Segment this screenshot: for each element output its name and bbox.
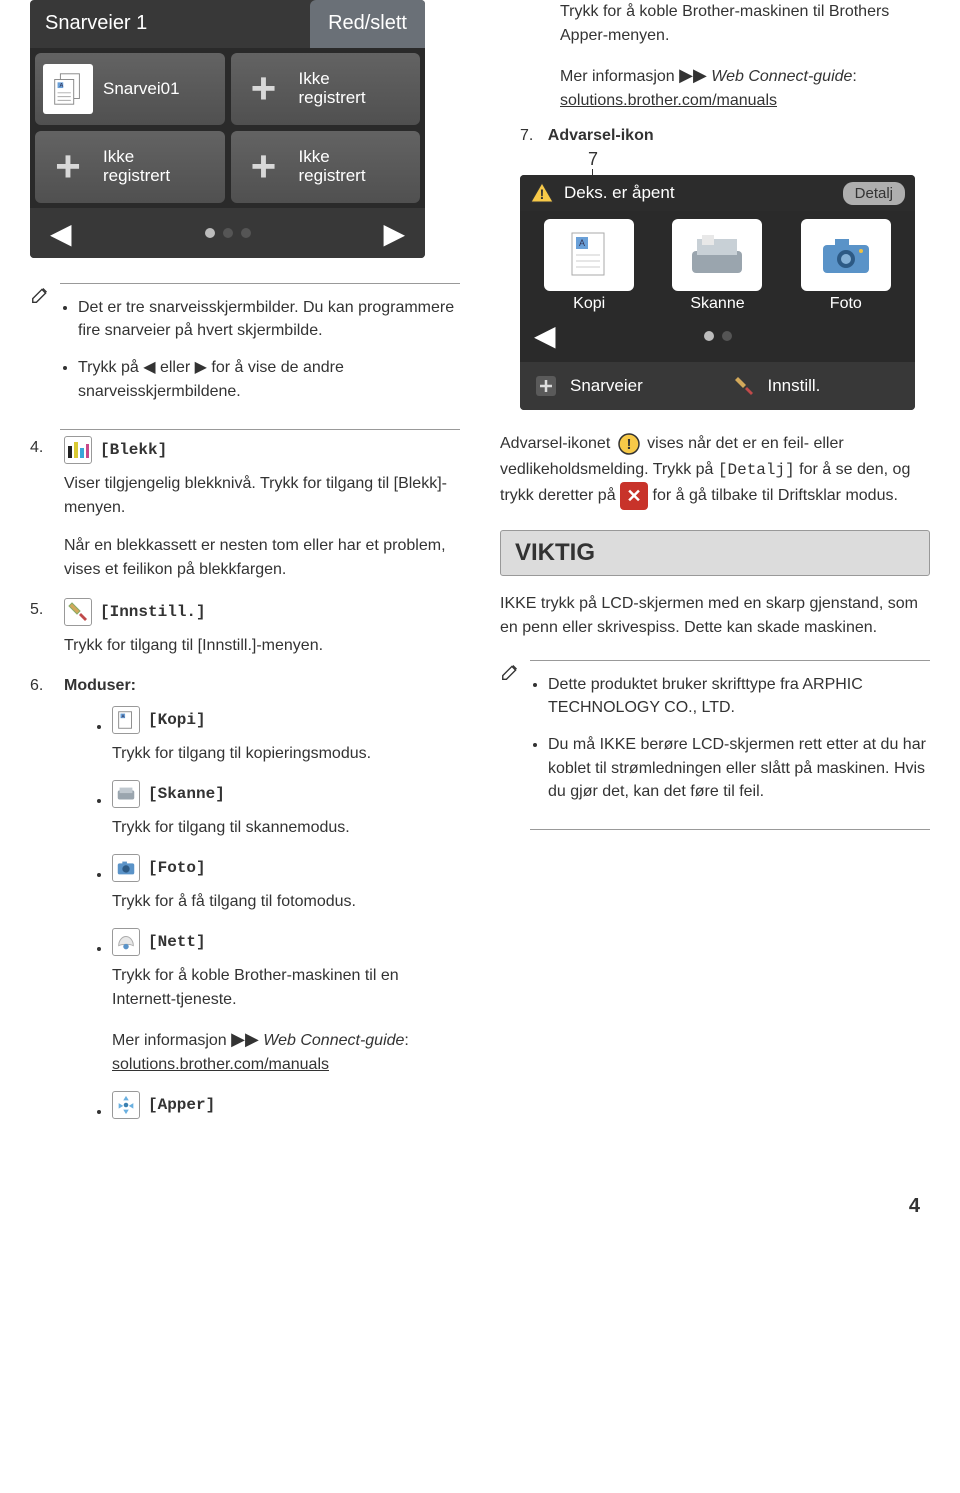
double-arrow-icon: ▶▶ (231, 1029, 259, 1049)
shortcut-screen: Snarveier 1 Red/slett A Snarvei01 + Ikke… (30, 0, 425, 258)
nav-right-icon[interactable]: ▶ (383, 217, 405, 250)
svg-text:A: A (579, 238, 585, 248)
kopi-heading: [Kopi] (148, 708, 206, 732)
home-screen: ! Deks. er åpent Detalj A Kopi (520, 175, 915, 410)
page-dots (704, 331, 732, 341)
apper-mode-icon (112, 1091, 140, 1119)
svg-text:!: ! (540, 186, 545, 202)
status-bar: ! Deks. er åpent Detalj (520, 175, 915, 211)
svg-text:!: ! (626, 436, 631, 453)
plus-icon: + (239, 142, 289, 192)
manuals-link[interactable]: solutions.brother.com/manuals (112, 1056, 329, 1073)
kopi-mode-icon: A (112, 706, 140, 734)
nett-more-prefix: Mer informasjon (112, 1032, 231, 1049)
nett-mode-icon (112, 928, 140, 956)
shortcut-header: Snarveier 1 Red/slett (30, 0, 425, 48)
shortcut-label: Ikke registrert (299, 70, 366, 107)
shortcut-label: Ikke registrert (103, 148, 170, 185)
tools-icon (730, 372, 758, 400)
innstill-label: Innstill. (768, 376, 821, 396)
mode-label: Skanne (690, 295, 744, 313)
right-more-prefix: Mer informasjon (560, 68, 679, 85)
callout-label: 7 (588, 149, 598, 170)
shortcut-label: Snarvei01 (103, 80, 180, 99)
right-more-mid: Web Connect-guide (711, 68, 852, 85)
shortcut-title: Snarveier 1 (30, 0, 310, 48)
page-number: 4 (0, 1175, 960, 1238)
warning-triangle-icon: ! (530, 181, 554, 205)
blekk-heading: [Blekk] (100, 438, 167, 462)
settings-tools-icon (64, 598, 92, 626)
detalj-button[interactable]: Detalj (843, 182, 905, 205)
plus-icon: + (239, 64, 289, 114)
status-text: Deks. er åpent (564, 183, 833, 203)
pencil-note-icon (500, 660, 522, 830)
nett-more-mid: Web Connect-guide (263, 1032, 404, 1049)
innstill-heading: [Innstill.] (100, 600, 206, 624)
innstill-button[interactable]: Innstill. (718, 362, 916, 410)
foto-text: Trykk for å få tilgang til fotomodus. (112, 890, 460, 914)
plus-icon: + (43, 142, 93, 192)
mode-skanne[interactable]: Skanne (667, 219, 767, 313)
mode-label: Kopi (573, 295, 605, 313)
edit-delete-button[interactable]: Red/slett (310, 0, 425, 48)
plus-small-icon (532, 372, 560, 400)
note-text: Det er tre snarveisskjermbilder. Du kan … (78, 296, 460, 342)
close-x-icon: ✕ (620, 482, 648, 510)
innstill-p1: Trykk for tilgang til [Innstill.]-menyen… (64, 637, 323, 654)
nett-text: Trykk for å koble Brother-maskinen til e… (112, 964, 460, 1012)
foto-heading: [Foto] (148, 856, 206, 880)
list-item-innstill: [Innstill.] Trykk for tilgang til [Innst… (30, 598, 460, 658)
mode-kopi[interactable]: A Kopi (539, 219, 639, 313)
mode-label: Foto (830, 295, 862, 313)
note-text: Dette produktet bruker skrifttype fra AR… (548, 673, 930, 719)
blekk-p2: Når en blekkassett er nesten tom eller h… (64, 537, 446, 578)
shortcut-tile[interactable]: + Ikke registrert (231, 53, 421, 125)
skanne-text: Trykk for tilgang til skannemodus. (112, 816, 460, 840)
double-arrow-icon: ▶▶ (679, 65, 707, 85)
advarsel-title: Advarsel-ikon (548, 127, 654, 144)
manuals-link[interactable]: solutions.brother.com/manuals (560, 92, 777, 109)
viktig-text: IKKE trykk på LCD-skjermen med en skarp … (500, 592, 930, 640)
snarveier-label: Snarveier (570, 376, 643, 396)
shortcut-tile[interactable]: + Ikke registrert (35, 131, 225, 203)
moduser-heading: Moduser: (64, 674, 136, 698)
nett-heading: [Nett] (148, 930, 206, 954)
note-text: Trykk på ◀ eller ▶ for å vise de andre s… (78, 356, 460, 402)
detalj-code: [Detalj] (718, 461, 795, 479)
list-item-blekk: [Blekk] Viser tilgjengelig blekknivå. Tr… (30, 436, 460, 582)
shortcut-label: Ikke registrert (299, 148, 366, 185)
apper-heading: [Apper] (148, 1093, 215, 1117)
nav-left-icon[interactable]: ◀ (50, 217, 72, 250)
shortcut-tile[interactable]: A Snarvei01 (35, 53, 225, 125)
kopi-text: Trykk for tilgang til kopieringsmodus. (112, 742, 460, 766)
foto-mode-icon (801, 219, 891, 291)
note-text: Du må IKKE berøre LCD-skjermen rett ette… (548, 733, 930, 803)
mode-foto[interactable]: Foto (796, 219, 896, 313)
viktig-heading: VIKTIG (500, 530, 930, 576)
skanne-heading: [Skanne] (148, 782, 225, 806)
page-dots (205, 228, 251, 238)
skanne-mode-icon (672, 219, 762, 291)
svg-text:A: A (59, 83, 63, 89)
foto-mode-icon (112, 854, 140, 882)
kopi-mode-icon: A (544, 219, 634, 291)
shortcut-tile[interactable]: + Ikke registrert (231, 131, 421, 203)
pencil-note-icon (30, 283, 52, 430)
snarveier-button[interactable]: Snarveier (520, 362, 718, 410)
advarsel-paragraph: Advarsel-ikonet ! vises når det er en fe… (500, 430, 930, 510)
nav-left-icon[interactable]: ◀ (534, 319, 556, 352)
right-intro-p1: Trykk for å koble Brother-maskinen til B… (560, 0, 930, 48)
document-stack-icon: A (43, 64, 93, 114)
blekk-p1: Viser tilgjengelig blekknivå. Trykk for … (64, 475, 447, 516)
advarsel-num: 7. (520, 127, 533, 144)
ink-levels-icon (64, 436, 92, 464)
skanne-mode-icon (112, 780, 140, 808)
warning-circle-icon: ! (615, 430, 643, 458)
list-item-moduser: Moduser: A [Kopi] Trykk for tilgang til … (30, 674, 460, 1119)
